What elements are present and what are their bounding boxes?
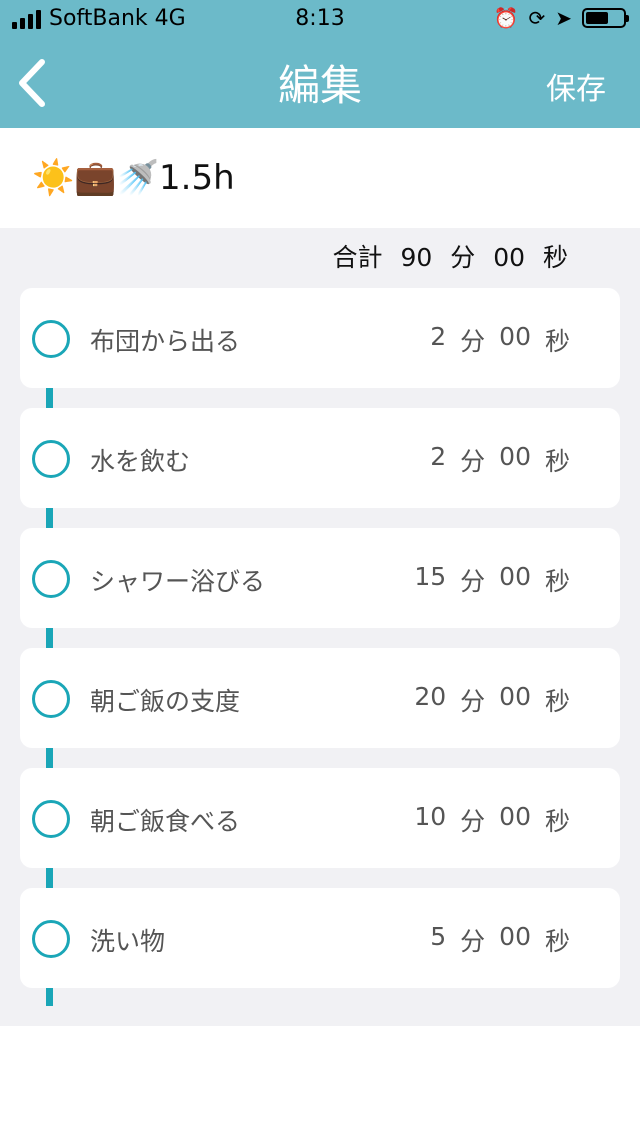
alarm-icon: ⏰ [493,6,519,30]
task-minutes: 2 [430,442,447,471]
timeline-node-icon [32,560,70,598]
timeline-node-icon [32,440,70,478]
timeline-node-icon [32,920,70,958]
task-duration[interactable]: 5 分 00 秒 [412,922,570,958]
task-item[interactable]: 洗い物 5 分 00 秒 [20,888,620,988]
task-min-unit: 分 [460,327,486,356]
task-minutes: 10 [414,802,447,831]
navigation-bar: SoftBank 4G 8:13 ⏰ ⟳ ➤ 編集 保存 [0,0,640,128]
task-label: 朝ご飯の支度 [90,687,241,716]
task-min-unit: 分 [460,567,486,596]
rotation-lock-icon: ⟳ [528,6,546,30]
task-sec-unit: 秒 [544,807,570,836]
task-min-unit: 分 [460,447,486,476]
task-list-area: 合計 90 分 00 秒 布団から出る 2 分 00 秒 水を飲む 2 分 00… [0,228,640,1026]
total-label: 合計 [332,243,383,272]
task-item[interactable]: 布団から出る 2 分 00 秒 [20,288,620,388]
routine-name: ☀️💼🚿1.5h [32,158,235,198]
save-button[interactable]: 保存 [546,64,606,108]
task-sec-unit: 秒 [544,687,570,716]
task-item[interactable]: 朝ご飯の支度 20 分 00 秒 [20,648,620,748]
task-minutes: 15 [414,562,447,591]
total-seconds: 00 [493,243,526,272]
task-label: 朝ご飯食べる [90,807,241,836]
task-seconds: 00 [499,922,531,951]
task-item[interactable]: シャワー浴びる 15 分 00 秒 [20,528,620,628]
task-duration[interactable]: 10 分 00 秒 [412,802,570,838]
task-minutes: 2 [430,322,447,351]
timeline-node-icon [32,800,70,838]
task-seconds: 00 [499,322,531,351]
task-duration[interactable]: 2 分 00 秒 [412,442,570,478]
task-item[interactable]: 水を飲む 2 分 00 秒 [20,408,620,508]
timeline-node-icon [32,680,70,718]
task-minutes: 20 [414,682,447,711]
timeline-node-icon [32,320,70,358]
battery-icon [582,8,629,28]
task-label: シャワー浴びる [90,567,266,596]
task-duration[interactable]: 15 分 00 秒 [412,562,570,598]
task-seconds: 00 [499,682,531,711]
total-min-unit: 分 [450,243,476,272]
task-seconds: 00 [499,442,531,471]
task-seconds: 00 [499,802,531,831]
task-min-unit: 分 [460,807,486,836]
task-seconds: 00 [499,562,531,591]
task-label: 布団から出る [90,327,241,356]
task-duration[interactable]: 2 分 00 秒 [412,322,570,358]
task-minutes: 5 [430,922,447,951]
task-min-unit: 分 [460,927,486,956]
location-arrow-icon: ➤ [555,6,572,30]
task-item[interactable]: 朝ご飯食べる 10 分 00 秒 [20,768,620,868]
routine-name-field[interactable]: ☀️💼🚿1.5h [0,128,640,228]
task-sec-unit: 秒 [544,567,570,596]
page-title: 編集 [277,61,362,110]
task-label: 水を飲む [90,447,191,476]
task-duration[interactable]: 20 分 00 秒 [412,682,570,718]
task-label: 洗い物 [90,927,166,956]
task-min-unit: 分 [460,687,486,716]
total-minutes: 90 [400,243,433,272]
task-sec-unit: 秒 [544,447,570,476]
total-sec-unit: 秒 [542,243,568,272]
status-bar: SoftBank 4G 8:13 ⏰ ⟳ ➤ [0,0,640,40]
task-sec-unit: 秒 [544,327,570,356]
task-sec-unit: 秒 [544,927,570,956]
total-duration: 合計 90 分 00 秒 [327,238,568,274]
status-right: ⏰ ⟳ ➤ [493,6,629,30]
